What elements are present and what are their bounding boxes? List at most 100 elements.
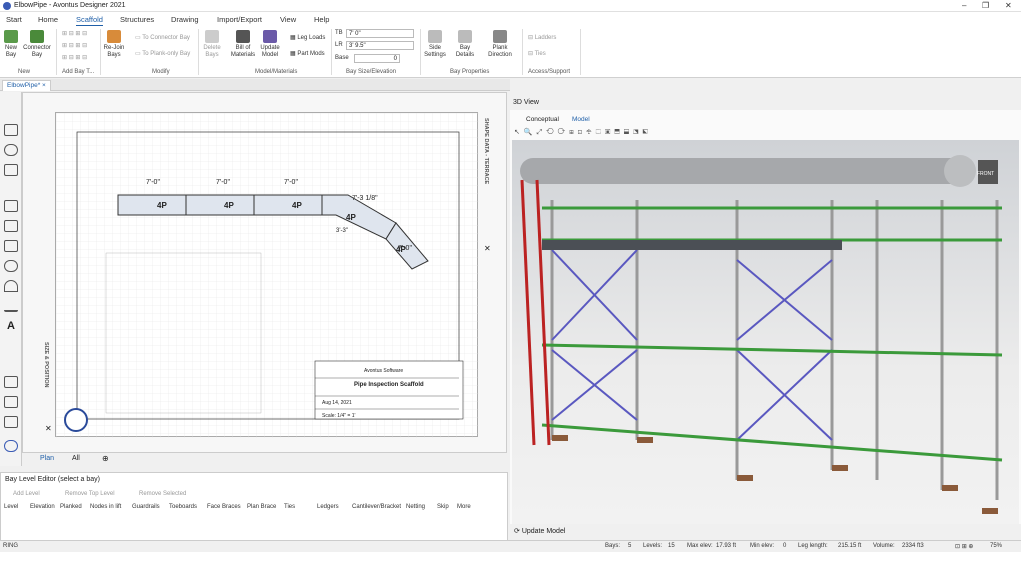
col-plan-brace[interactable]: Plan Brace [247,504,276,510]
bay-label-4[interactable]: 4P [346,213,356,222]
size-position-tab[interactable]: SIZE & POSITION [43,342,49,388]
to-connector-bay-button[interactable]: ▭ To Connector Bay [135,34,190,41]
remove-selected-button[interactable]: Remove Selected [139,491,186,497]
scaffold-3d-scene[interactable]: FRONT [512,140,1019,524]
tab-model[interactable]: Model [572,116,590,123]
close-panel-icon[interactable]: ✕ [484,244,491,253]
lr-input[interactable]: 3' 9.5" [346,41,414,50]
add-bay-tool-icons-3[interactable]: ⊞ ⊟ ⊞ ⊟ [62,54,87,61]
bay-label-5[interactable]: 4P [396,245,406,254]
minimize-icon[interactable]: – [962,1,966,10]
side-settings-button[interactable]: Side Settings [423,30,447,59]
drawing-sheet[interactable]: 7'-0" 7'-0" 7'-0" 7'-3 1/8" 7'-0" 3'-3" … [55,112,479,438]
add-level-button[interactable]: Add Level [13,491,40,497]
base-input[interactable]: 0 [354,54,400,63]
status-bays-label: Bays: [605,543,621,549]
col-planked[interactable]: Planked [60,504,82,510]
plank-direction-button[interactable]: Plank Direction [482,30,518,59]
tab-plan[interactable]: Plan [40,455,54,462]
menu-structures[interactable]: Structures [120,15,154,24]
tool-box-icon[interactable] [4,200,18,212]
menu-view[interactable]: View [280,15,296,24]
menu-drawing[interactable]: Drawing [171,15,199,24]
footer-area [0,552,1021,575]
col-guardrails[interactable]: Guardrails [132,504,160,510]
status-levels: 15 [668,543,675,549]
menu-bar: Start Home Scaffold Structures Drawing I… [0,12,1021,27]
tool-globe-icon[interactable] [4,440,18,452]
shape-data-tab[interactable]: SHAPE DATA - TERRACE [483,118,489,184]
rejoin-icon [107,30,121,43]
new-bay-button[interactable]: New Bay [2,30,20,59]
add-bay-tool-icons-2[interactable]: ⊞ ⊟ ⊞ ⊟ [62,42,87,49]
ribbon: New Bay Connector Bay ⊞ ⊟ ⊞ ⊟ ⊞ ⊟ ⊞ ⊟ ⊞ … [0,26,1021,78]
col-nodes[interactable]: Nodes in lift [90,504,121,510]
bay-label-1[interactable]: 4P [157,201,167,210]
tool-rect-icon[interactable] [4,124,18,136]
tool-square-icon[interactable] [4,164,18,176]
col-netting[interactable]: Netting [406,504,425,510]
col-skip[interactable]: Skip [437,504,449,510]
status-zoom[interactable]: 75% [990,543,1002,549]
zoom-fit-icon[interactable]: ⊡ ⊞ ⊕ [955,543,973,550]
add-tab-icon[interactable]: ⊕ [102,454,109,463]
view-3d-toolbar[interactable]: ↖🔍⤢⟲⟳⊞⊡✥⬚▣⬒⬓⬔⬕ [514,128,652,137]
col-more[interactable]: More [457,504,471,510]
add-bay-tool-icons[interactable]: ⊞ ⊟ ⊞ ⊟ [62,30,87,37]
part-mods-button[interactable]: ▦ Part Mods [290,50,325,57]
dim-6: 3'-3" [336,228,348,234]
tool-stair-icon[interactable] [4,376,18,388]
app-logo-icon [3,2,11,10]
update-model-link[interactable]: ⟳ Update Model [514,527,565,535]
bay-label-3[interactable]: 4P [292,201,302,210]
menu-start[interactable]: Start [6,15,22,24]
scaffold-3d-model [520,155,1003,514]
group-modify: Modify [152,69,170,75]
bay-details-button[interactable]: Bay Details [453,30,477,59]
tool-text-icon[interactable]: A [4,320,18,332]
update-model-button[interactable]: Update Model [258,30,282,59]
tool-tank-icon[interactable] [4,220,18,232]
ladders-button[interactable]: ⊟ Ladders [528,34,556,41]
col-ledgers[interactable]: Ledgers [317,504,339,510]
ties-button[interactable]: ⊟ Ties [528,50,546,57]
tool-layers-icon[interactable] [4,416,18,428]
dim-1: 7'-0" [146,179,160,186]
tab-all[interactable]: All [72,455,80,462]
to-plank-bay-button[interactable]: ▭ To Plank-only Bay [135,50,190,57]
col-cantilever[interactable]: Cantilever/Bracket [352,504,401,510]
status-bays: 5 [628,543,632,549]
restore-icon[interactable]: ❐ [982,1,989,10]
tool-grid-icon[interactable] [4,396,18,408]
menu-home[interactable]: Home [38,15,58,24]
tool-dome-icon[interactable] [4,280,18,292]
tool-frame-icon[interactable] [4,240,18,252]
bom-button[interactable]: Bill of Materials [229,30,257,59]
col-ties[interactable]: Ties [284,504,295,510]
doc-tab-elbowpipe[interactable]: ElbowPipe* × [2,80,51,91]
col-level[interactable]: Level [4,504,18,510]
dim-2: 7'-0" [216,179,230,186]
connector-bay-button[interactable]: Connector Bay [22,30,52,59]
status-minelev: 0 [783,543,787,549]
rejoin-bays-button[interactable]: Re-Join Bays [103,30,125,59]
bay-level-editor: Bay Level Editor (select a bay) Add Leve… [0,472,508,542]
delete-icon [205,30,219,43]
col-elevation[interactable]: Elevation [30,504,55,510]
menu-help[interactable]: Help [314,15,329,24]
menu-import-export[interactable]: Import/Export [217,15,262,24]
col-toeboards[interactable]: Toeboards [169,504,197,510]
tool-sphere-icon[interactable] [4,260,18,272]
close-icon[interactable]: ✕ [1005,1,1012,10]
remove-top-level-button[interactable]: Remove Top Level [65,491,115,497]
tb-date: Aug 14, 2021 [322,400,352,406]
col-face-braces[interactable]: Face Braces [207,504,241,510]
delete-bays-button[interactable]: Delete Bays [201,30,223,59]
leg-loads-button[interactable]: ▦ Leg Loads [290,34,325,41]
close-left-panel-icon[interactable]: ✕ [45,424,52,433]
tb-input[interactable]: 7' 0" [346,29,414,38]
bay-label-2[interactable]: 4P [224,201,234,210]
tab-conceptual[interactable]: Conceptual [526,116,559,123]
tool-triangle-icon[interactable] [4,300,18,312]
tool-circle-icon[interactable] [4,144,18,156]
